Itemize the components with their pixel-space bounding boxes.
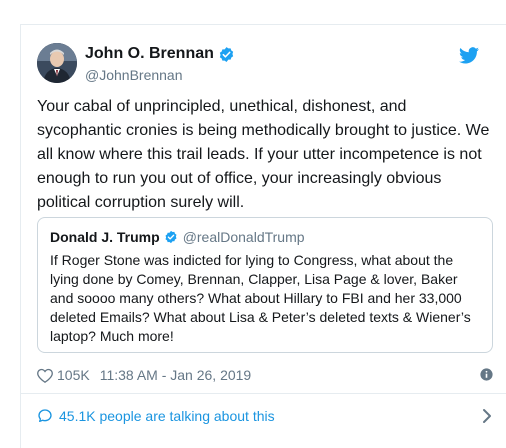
verified-badge-icon: [164, 230, 178, 244]
twitter-bird-icon[interactable]: [459, 47, 479, 64]
tweet-timestamp[interactable]: 11:38 AM - Jan 26, 2019: [100, 367, 252, 383]
quoted-tweet-text: If Roger Stone was indicted for lying to…: [50, 252, 471, 344]
divider: [21, 393, 506, 394]
speech-bubble-icon: [37, 408, 53, 424]
conversation-link[interactable]: 45.1K people are talking about this: [37, 405, 497, 427]
author-avatar[interactable]: [37, 43, 77, 83]
quoted-author-name: Donald J. Trump: [50, 229, 160, 245]
heart-icon[interactable]: [37, 368, 53, 383]
info-icon[interactable]: [480, 368, 493, 381]
quoted-tweet-header: Donald J. Trump @realDonaldTrump: [50, 229, 305, 245]
tweet-header: John O. Brennan @JohnBrennan: [37, 43, 497, 91]
author-handle[interactable]: @JohnBrennan: [85, 67, 183, 83]
verified-badge-icon: [218, 46, 235, 63]
author-name[interactable]: John O. Brennan: [85, 45, 214, 63]
tweet-meta: 105K 11:38 AM - Jan 26, 2019: [37, 365, 495, 385]
conversation-count[interactable]: 45.1K people are talking about this: [59, 408, 275, 424]
chevron-right-icon[interactable]: [481, 407, 493, 425]
tweet-card: John O. Brennan @JohnBrennan Your cabal …: [20, 24, 506, 448]
quoted-author-handle: @realDonaldTrump: [182, 229, 305, 245]
like-count[interactable]: 105K: [57, 367, 90, 383]
author-name-line: John O. Brennan: [85, 45, 235, 63]
tweet-text: Your cabal of unprincipled, unethical, d…: [37, 98, 490, 211]
quoted-tweet[interactable]: Donald J. Trump @realDonaldTrump If Roge…: [37, 217, 493, 353]
